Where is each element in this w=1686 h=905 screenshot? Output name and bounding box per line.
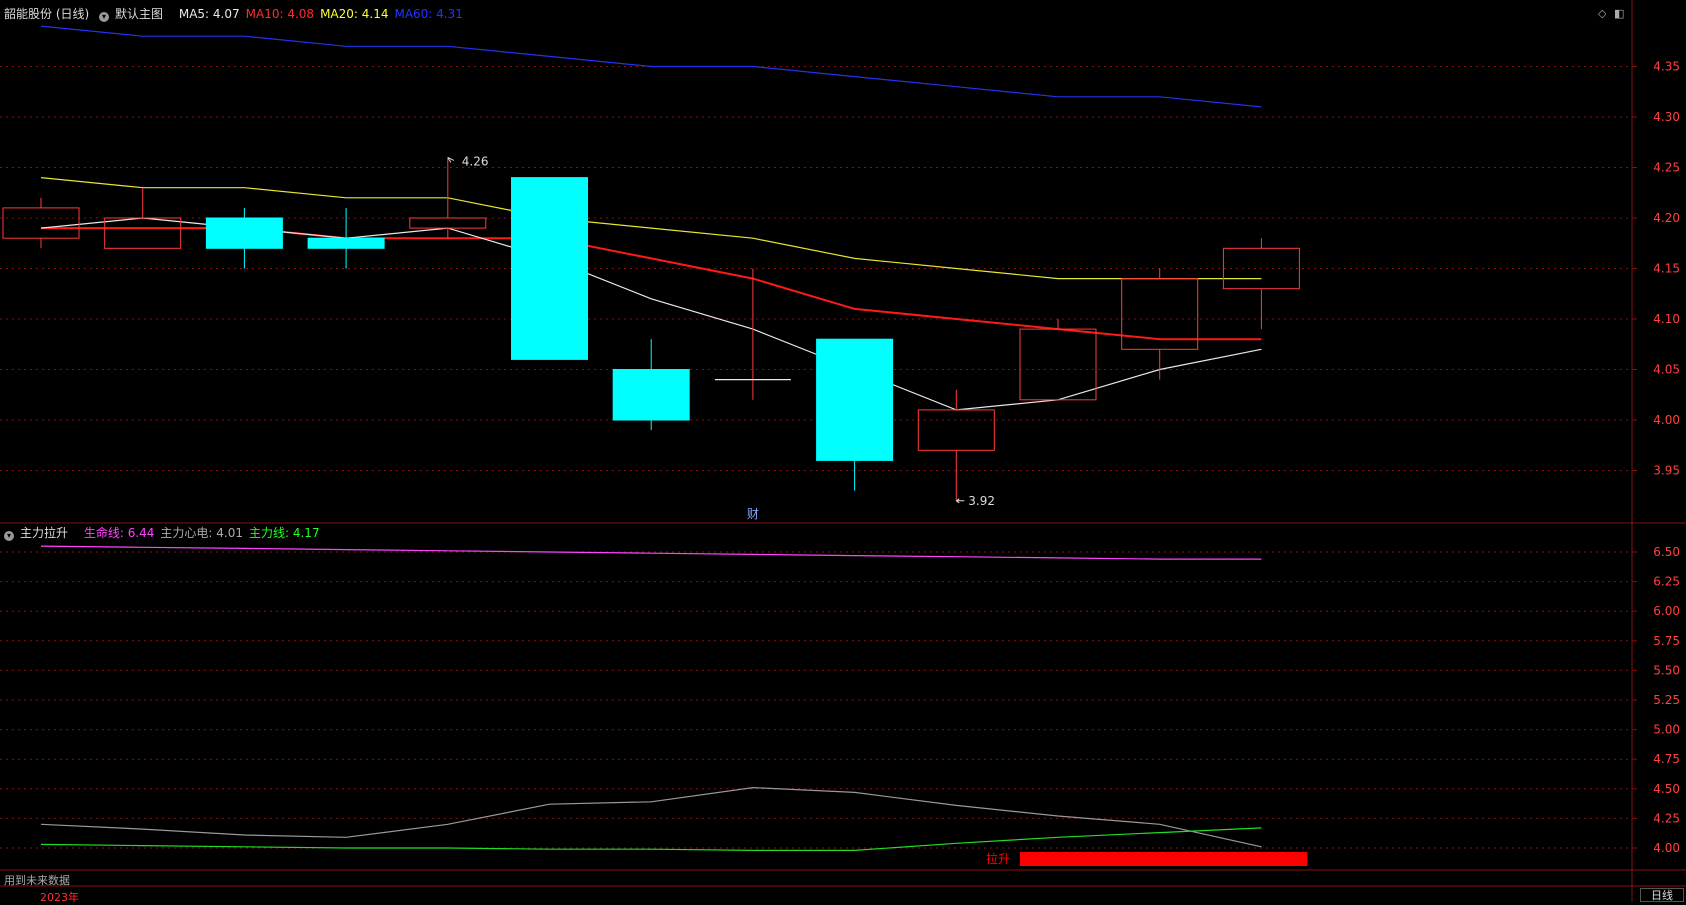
candle-body [2, 207, 80, 239]
ma-legend-item-1: MA10: 4.08 [245, 7, 315, 21]
main-force-line [40, 827, 1262, 852]
candle-body [511, 177, 588, 360]
y-tick-label: 6.50 [1653, 545, 1680, 559]
chevron-down-icon: ▾ [4, 531, 14, 541]
life-line [40, 545, 1262, 560]
future-data-notice: 用到未来数据 [4, 874, 70, 887]
y-tick-label: 6.25 [1653, 575, 1680, 589]
low-arrow [956, 498, 965, 504]
pulse-line [40, 786, 1262, 848]
candle-body [307, 237, 385, 249]
y-tick-label: 4.00 [1653, 841, 1680, 855]
candle-body [1019, 328, 1097, 401]
stock-title: 韶能股份 (日线) [4, 7, 90, 21]
y-tick-label: 6.00 [1653, 604, 1680, 618]
finance-marker: 财 [747, 507, 759, 521]
ma-legend-item-2: MA20: 4.14 [320, 7, 389, 21]
template-dropdown[interactable]: ▾ 默认主图 [99, 7, 169, 22]
y-tick-label: 5.50 [1653, 663, 1680, 677]
ma-legend-item-0: MA5: 4.07 [178, 7, 240, 21]
y-tick-label: 4.75 [1653, 752, 1680, 766]
indicator-dropdown[interactable]: ▾ 主力拉升 [4, 526, 74, 541]
y-tick-label: 4.25 [1653, 811, 1680, 825]
indicator-legend-item-2: 主力线: 4.17 [249, 526, 320, 540]
diamond-icon[interactable]: ◇ [1598, 7, 1606, 20]
y-tick-label: 5.25 [1653, 693, 1680, 707]
candle-body [205, 217, 283, 249]
y-tick-label: 4.30 [1653, 110, 1680, 124]
signal-bar [1020, 852, 1308, 866]
panel-toggle-icon[interactable]: ◧ [1614, 7, 1624, 20]
y-tick-label: 5.00 [1653, 723, 1680, 737]
candle-body [612, 369, 690, 421]
candle-body [816, 338, 894, 461]
ma-legend: MA5: 4.07 MA10: 4.08 MA20: 4.14 MA60: 4.31 [179, 7, 469, 21]
y-tick-label: 3.95 [1653, 464, 1680, 478]
ma-legend-item-3: MA60: 4.31 [394, 7, 463, 21]
high-arrow [447, 156, 455, 163]
y-tick-label: 4.15 [1653, 262, 1680, 276]
y-tick-label: 4.05 [1653, 363, 1680, 377]
high-price-label: 4.26 [462, 154, 489, 168]
indicator-legend: 生命线: 6.44 主力心电: 4.01 主力线: 4.17 [84, 526, 326, 540]
y-tick-label: 4.20 [1653, 211, 1680, 225]
main-chart-header: 韶能股份 (日线) ▾ 默认主图 MA5: 4.07 MA10: 4.08 MA20:… [4, 6, 475, 22]
y-tick-label: 4.00 [1653, 413, 1680, 427]
y-tick-label: 4.10 [1653, 312, 1680, 326]
ma60-line [40, 25, 1262, 108]
y-tick-label: 4.50 [1653, 782, 1680, 796]
y-tick-label: 4.25 [1653, 161, 1680, 175]
indicator-legend-item-1: 主力心电: 4.01 [160, 526, 243, 540]
y-tick-label: 5.75 [1653, 634, 1680, 648]
candle-body [917, 409, 995, 451]
chevron-down-icon: ▾ [99, 12, 110, 22]
low-price-label: 3.92 [968, 494, 995, 508]
indicator-legend-item-0: 生命线: 6.44 [83, 526, 155, 540]
candle-body [409, 217, 487, 229]
y-tick-label: 4.35 [1653, 60, 1680, 74]
kline-chart[interactable]: 4.35 4.30 4.25 4.20 4.15 4.10 4.05 4.00 3.95 6.50… [0, 0, 1686, 902]
signal-label: 拉升 [986, 851, 1010, 866]
year-label: 2023年 [40, 891, 79, 904]
candle-body [104, 217, 182, 249]
indicator-header: ▾ 主力拉升 生命线: 6.44 主力心电: 4.01 主力线: 4.17 [4, 525, 332, 541]
period-button[interactable]: 日线 [1640, 888, 1684, 902]
